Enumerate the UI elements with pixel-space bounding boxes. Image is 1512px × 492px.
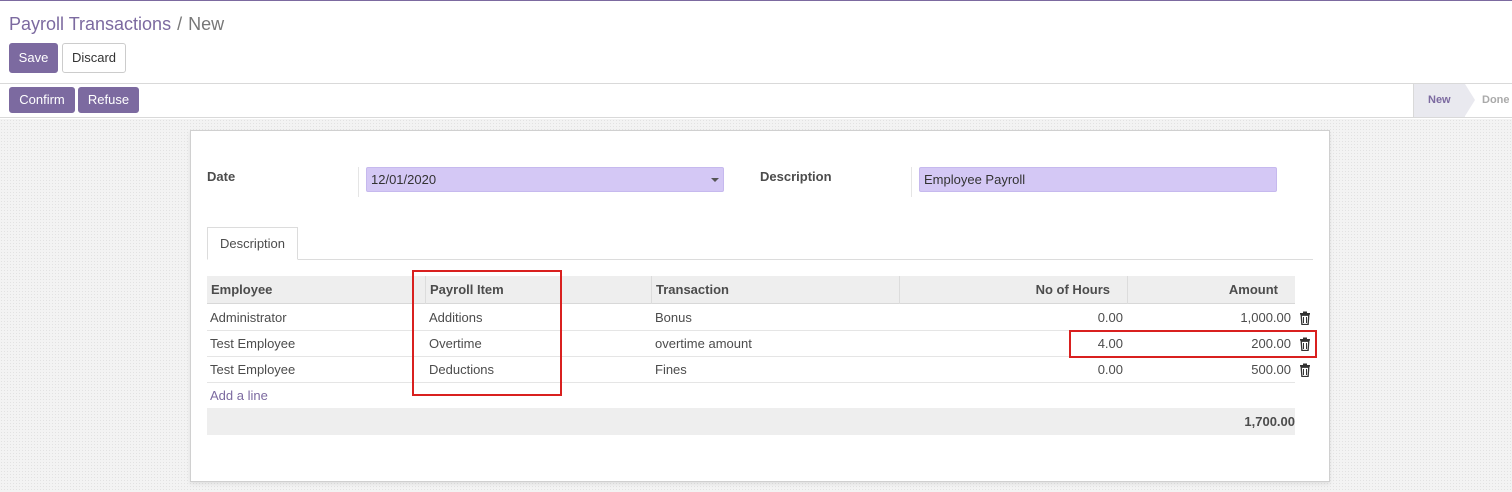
form-sheet: Date 12/01/2020 Description Employee Pay…: [190, 130, 1330, 482]
confirm-button[interactable]: Confirm: [9, 87, 75, 113]
add-line-link[interactable]: Add a line: [210, 383, 268, 409]
table-footer: 1,700.00: [207, 408, 1295, 435]
cell-employee: Test Employee: [210, 362, 296, 377]
trash-icon[interactable]: [1299, 363, 1311, 377]
control-panel: Payroll Transactions / New Save Discard: [0, 1, 1512, 84]
cell-employee: Administrator: [210, 310, 287, 325]
date-field-value: 12/01/2020: [371, 172, 437, 187]
date-field[interactable]: 12/01/2020: [366, 167, 724, 192]
cell-payroll-item: Deductions: [429, 362, 495, 377]
tabs-divider: [207, 259, 1313, 260]
stage-arrow: [1465, 84, 1475, 116]
trash-icon[interactable]: [1299, 337, 1311, 351]
statusbar: Confirm Refuse New Done: [0, 84, 1512, 118]
stage-new[interactable]: New: [1413, 84, 1465, 117]
breadcrumb-parent-link[interactable]: Payroll Transactions: [9, 14, 171, 34]
save-button[interactable]: Save: [9, 43, 58, 73]
discard-button[interactable]: Discard: [62, 43, 126, 73]
tab-description[interactable]: Description: [207, 227, 298, 260]
add-line-row: Add a line: [207, 383, 1295, 409]
date-label: Date: [207, 169, 236, 184]
description-field[interactable]: Employee Payroll: [919, 167, 1277, 192]
column-divider: [651, 276, 652, 304]
cell-transaction: Bonus: [655, 310, 692, 325]
column-header-transaction[interactable]: Transaction: [656, 276, 729, 304]
cell-amount: 500.00: [1251, 362, 1291, 377]
table-row[interactable]: Test Employee Deductions Fines 0.00 500.…: [207, 357, 1310, 383]
breadcrumb-separator: /: [177, 14, 183, 34]
cell-transaction: overtime amount: [655, 336, 752, 351]
amount-total: 1,700.00: [1244, 414, 1295, 429]
column-divider: [425, 276, 426, 304]
description-field-value: Employee Payroll: [924, 172, 1026, 187]
cell-amount: 1,000.00: [1240, 310, 1291, 325]
description-label: Description: [760, 169, 832, 184]
cell-payroll-item: Overtime: [429, 336, 482, 351]
breadcrumb-current: New: [188, 14, 225, 34]
table-header: Employee Payroll Item Transaction No of …: [207, 276, 1295, 304]
refuse-button[interactable]: Refuse: [78, 87, 139, 113]
cell-employee: Test Employee: [210, 336, 296, 351]
column-header-payroll-item[interactable]: Payroll Item: [430, 276, 504, 304]
trash-icon[interactable]: [1299, 311, 1311, 325]
table-row[interactable]: Administrator Additions Bonus 0.00 1,000…: [207, 305, 1310, 331]
date-label-divider: [358, 167, 359, 197]
table-row[interactable]: Test Employee Overtime overtime amount 4…: [207, 331, 1310, 357]
column-header-employee[interactable]: Employee: [211, 276, 272, 304]
column-header-amount[interactable]: Amount: [1128, 276, 1278, 304]
cell-transaction: Fines: [655, 362, 687, 377]
column-header-hours[interactable]: No of Hours: [900, 276, 1110, 304]
breadcrumb: Payroll Transactions / New: [9, 14, 224, 34]
description-label-divider: [911, 167, 912, 197]
cell-amount: 200.00: [1251, 336, 1291, 351]
caret-down-icon[interactable]: [711, 178, 719, 182]
cell-payroll-item: Additions: [429, 310, 483, 325]
stage-done[interactable]: Done: [1482, 84, 1512, 117]
